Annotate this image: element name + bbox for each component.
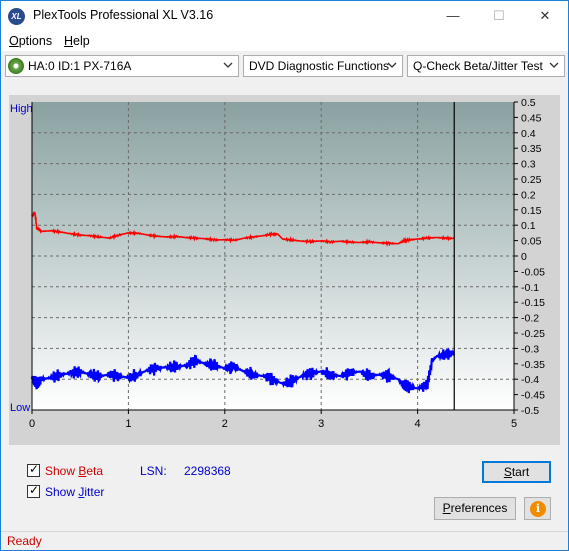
preferences-mnemonic: P: [442, 501, 451, 515]
y-tick-label: 0.3: [521, 159, 536, 171]
show-beta-checkbox[interactable]: [27, 462, 40, 477]
disc-drive-icon: [8, 58, 24, 74]
start-mnemonic: S: [503, 465, 512, 479]
title-bar[interactable]: XL PlexTools Professional XL V3.16 — ☐ ✕: [1, 1, 568, 31]
y-tick-label: 0.15: [521, 205, 542, 217]
y-tick-label: 0: [521, 251, 527, 263]
y-tick-label: 0.25: [521, 174, 542, 186]
menu-help-mnemonic: H: [64, 34, 74, 48]
drive-select-value: HA:0 ID:1 PX-716A: [28, 59, 132, 73]
menu-options-mnemonic: O: [9, 34, 19, 48]
low-label: Low: [10, 402, 30, 414]
y-tick-label: -0.35: [521, 359, 545, 371]
test-select-value: Q-Check Beta/Jitter Test: [413, 59, 543, 73]
x-tick-label: 4: [415, 418, 421, 430]
maximize-button[interactable]: ☐: [476, 1, 522, 31]
close-button[interactable]: ✕: [522, 1, 568, 31]
y-tick-label: -0.2: [521, 313, 539, 325]
preferences-label: references: [450, 501, 508, 515]
minimize-button[interactable]: —: [430, 1, 476, 31]
x-tick-label: 3: [318, 418, 324, 430]
preferences-button[interactable]: Preferences: [434, 497, 516, 520]
x-tick-label: 1: [125, 418, 131, 430]
y-tick-label: -0.3: [521, 343, 539, 355]
controls-panel: Show Beta Show Jitter LSN: 2298368 Start…: [9, 452, 560, 524]
status-bar: Ready: [1, 531, 568, 550]
menu-bar: Options Help: [1, 31, 568, 51]
test-select[interactable]: Q-Check Beta/Jitter Test: [407, 55, 565, 77]
y-tick-label: 0.2: [521, 189, 536, 201]
info-button[interactable]: i: [524, 497, 551, 520]
high-label: High: [10, 103, 33, 115]
y-tick-label: -0.45: [521, 390, 545, 402]
info-icon: i: [530, 501, 546, 517]
y-tick-label: -0.25: [521, 328, 545, 340]
y-tick-label: -0.4: [521, 374, 539, 386]
show-jitter-label[interactable]: Show Jitter: [45, 485, 104, 499]
show-jitter-prefix: Show: [45, 485, 79, 499]
chart-svg: 0 1 2 3 4 5 0.5 0.45 0.4 0.35 0.3 0.25 0.2 0.15 0.1 0.0…: [10, 97, 545, 430]
show-jitter-rest: itter: [84, 485, 105, 499]
chevron-down-icon: [223, 58, 233, 75]
y-tick-label: -0.05: [521, 266, 545, 278]
window-title: PlexTools Professional XL V3.16: [33, 8, 214, 22]
y-tick-label: 0.1: [521, 220, 536, 232]
show-jitter-checkbox[interactable]: [27, 483, 40, 498]
y-tick-label: -0.5: [521, 405, 539, 417]
y-tick-label: -0.1: [521, 282, 539, 294]
show-beta-prefix: Show: [45, 464, 79, 478]
selector-row: HA:0 ID:1 PX-716A DVD Diagnostic Functio…: [1, 53, 568, 79]
menu-help[interactable]: Help: [64, 34, 90, 48]
function-select[interactable]: DVD Diagnostic Functions: [243, 55, 403, 77]
menu-options-label: ptions: [18, 34, 53, 48]
y-tick-label: 0.5: [521, 97, 536, 109]
x-tick-label: 0: [29, 418, 35, 430]
start-label: tart: [511, 465, 530, 479]
x-tick-label: 5: [511, 418, 517, 430]
status-text: Ready: [7, 534, 42, 548]
menu-options[interactable]: Options: [9, 34, 52, 48]
menu-help-label: elp: [73, 34, 90, 48]
app-window: XL PlexTools Professional XL V3.16 — ☐ ✕…: [0, 0, 569, 551]
lsn-label: LSN:: [140, 464, 167, 478]
y-tick-label: 0.05: [521, 236, 542, 248]
beta-jitter-chart: 0 1 2 3 4 5 0.5 0.45 0.4 0.35 0.3 0.25 0.2 0.15 0.1 0.0…: [9, 95, 560, 445]
start-button[interactable]: Start: [482, 461, 551, 483]
chevron-down-icon: [549, 58, 559, 75]
chevron-down-icon: [387, 58, 397, 75]
drive-select[interactable]: HA:0 ID:1 PX-716A: [5, 55, 239, 77]
y-tick-label: 0.35: [521, 143, 542, 155]
function-select-value: DVD Diagnostic Functions: [249, 59, 390, 73]
show-beta-rest: eta: [86, 464, 104, 478]
y-tick-label: 0.45: [521, 112, 542, 124]
y-tick-label: -0.15: [521, 297, 545, 309]
app-logo-icon: XL: [8, 8, 25, 25]
y-tick-label: 0.4: [521, 128, 536, 140]
x-tick-label: 2: [222, 418, 228, 430]
show-beta-label[interactable]: Show Beta: [45, 464, 103, 478]
lsn-value: 2298368: [184, 464, 231, 478]
